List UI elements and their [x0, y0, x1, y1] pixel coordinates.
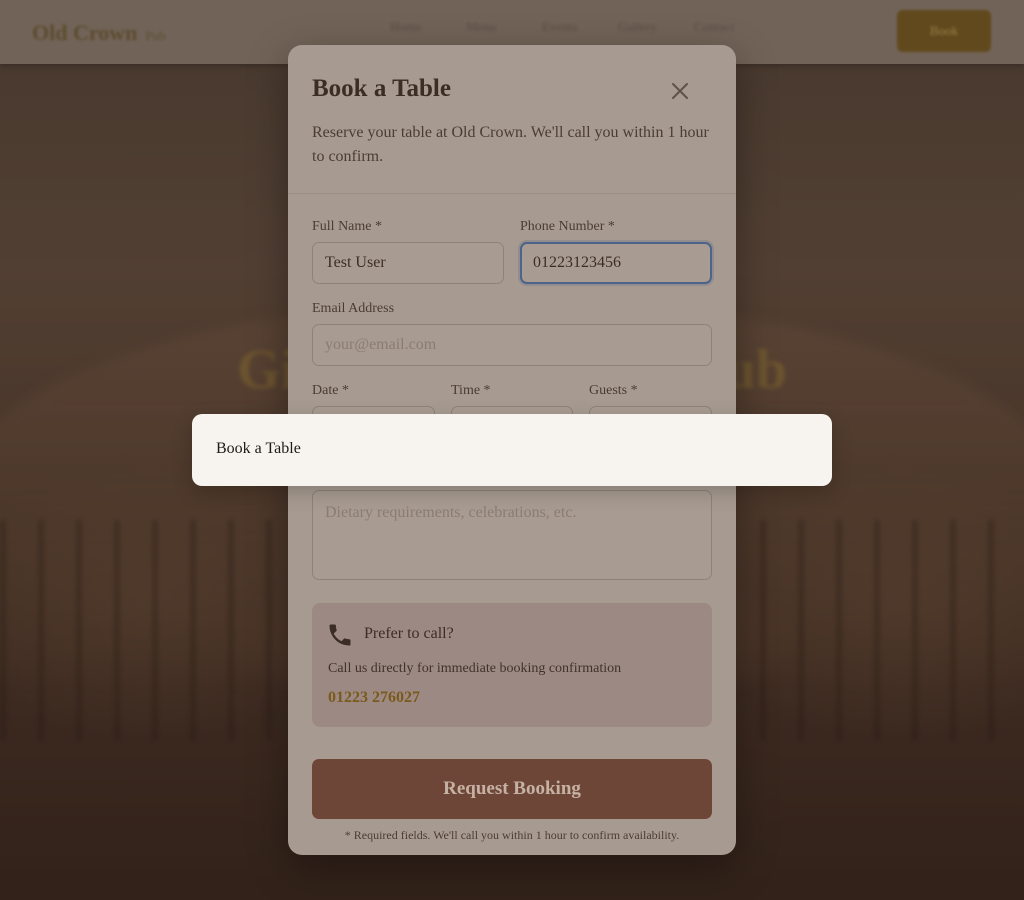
time-label: Time * — [451, 383, 491, 398]
email-label: Email Address — [312, 301, 395, 316]
full-name-input[interactable] — [312, 242, 504, 284]
modal-description: Reserve your table at Old Crown. We'll c… — [312, 124, 709, 165]
call-box-text: Call us directly for immediate booking c… — [328, 661, 622, 676]
tooltip-text: Book a Table — [216, 440, 301, 457]
date-label: Date * — [312, 383, 349, 398]
email-input[interactable] — [312, 324, 712, 366]
close-icon — [672, 83, 688, 99]
call-us-box: Prefer to call? Call us directly for imm… — [312, 603, 712, 727]
modal-title: Book a Table — [312, 75, 451, 102]
call-box-title: Prefer to call? — [364, 625, 454, 642]
phone-icon — [329, 624, 351, 646]
guests-label: Guests * — [589, 383, 638, 398]
required-fields-note: * Required fields. We'll call you within… — [344, 828, 680, 842]
full-name-label: Full Name * — [312, 219, 382, 234]
phone-input[interactable] — [520, 242, 712, 284]
modal-header: Book a Table Reserve your table at Old C… — [288, 45, 736, 194]
book-table-tooltip: Book a Table — [192, 414, 832, 486]
phone-label: Phone Number * — [520, 219, 615, 234]
call-phone-link[interactable]: 01223 276027 — [328, 689, 420, 707]
close-button[interactable] — [666, 77, 694, 105]
special-requests-input[interactable] — [312, 490, 712, 580]
request-booking-button[interactable]: Request Booking — [312, 759, 712, 819]
